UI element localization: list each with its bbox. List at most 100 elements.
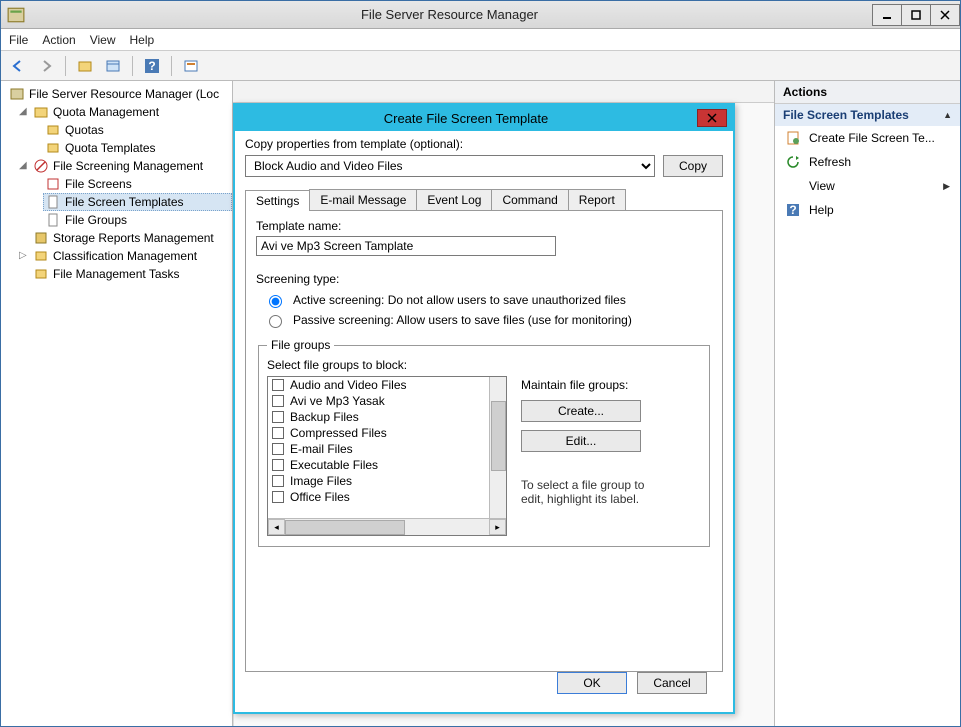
file-group-item[interactable]: E-mail Files (268, 441, 506, 457)
twisty-open-icon: ◢ (19, 158, 29, 174)
tree-mgmt-tasks[interactable]: ◢File Management Tasks (17, 265, 232, 283)
checkbox[interactable] (272, 379, 284, 391)
tree-storage-reports[interactable]: ◢Storage Reports Management (17, 229, 232, 247)
toolbar-icon-3[interactable] (180, 55, 202, 77)
titlebar: File Server Resource Manager (1, 1, 960, 29)
tree-root[interactable]: File Server Resource Manager (Loc (7, 85, 232, 103)
copy-properties-label: Copy properties from template (optional)… (245, 137, 723, 151)
checkbox[interactable] (272, 411, 284, 423)
list-header (233, 81, 774, 103)
horizontal-scrollbar[interactable]: ◂ ▸ (268, 518, 506, 535)
dialog-titlebar: Create File Screen Template (235, 105, 733, 131)
class-icon (33, 248, 49, 264)
create-template-dialog: Create File Screen Template Copy propert… (233, 103, 735, 714)
tree-quotas[interactable]: Quotas (43, 121, 232, 139)
template-icon (785, 130, 801, 146)
file-group-item[interactable]: Compressed Files (268, 425, 506, 441)
action-help[interactable]: ? Help (775, 198, 960, 222)
forward-button[interactable] (35, 55, 57, 77)
dialog-close-button[interactable] (697, 109, 727, 127)
collapse-icon[interactable]: ▲ (943, 110, 952, 120)
action-label: View (809, 179, 835, 193)
tree-quota-mgmt[interactable]: ◢ Quota Management (17, 103, 232, 121)
checkbox[interactable] (272, 475, 284, 487)
quota-sub-icon (45, 122, 61, 138)
toolbar: ? (1, 51, 960, 81)
tree-label: Quota Management (53, 104, 159, 120)
menu-view[interactable]: View (90, 33, 116, 47)
refresh-icon (785, 154, 801, 170)
tab-email[interactable]: E-mail Message (309, 189, 417, 210)
actions-pane: Actions File Screen Templates ▲ Create F… (775, 81, 960, 726)
app-icon (7, 6, 25, 24)
tree-label: File Screen Templates (65, 194, 184, 210)
tree-classification[interactable]: ▷Classification Management (17, 247, 232, 265)
maximize-button[interactable] (901, 4, 931, 26)
template-name-input[interactable] (256, 236, 556, 256)
cancel-button[interactable]: Cancel (637, 672, 707, 694)
toolbar-icon-2[interactable] (102, 55, 124, 77)
action-view[interactable]: View ▶ (775, 174, 960, 198)
file-group-label: Image Files (290, 474, 352, 488)
passive-screening-label: Passive screening: Allow users to save f… (293, 313, 632, 327)
close-button[interactable] (930, 4, 960, 26)
checkbox[interactable] (272, 395, 284, 407)
dialog-title: Create File Screen Template (235, 111, 697, 126)
screen-icon (33, 158, 49, 174)
tree-screening-mgmt[interactable]: ◢File Screening Management (17, 157, 232, 175)
file-group-label: Compressed Files (290, 426, 387, 440)
tree-label: File Management Tasks (53, 266, 180, 282)
active-screening-radio[interactable] (269, 295, 282, 308)
file-group-item[interactable]: Image Files (268, 473, 506, 489)
file-groups-listbox[interactable]: Audio and Video FilesAvi ve Mp3 YasakBac… (267, 376, 507, 536)
minimize-button[interactable] (872, 4, 902, 26)
tree-file-screens[interactable]: File Screens (43, 175, 232, 193)
tasks-icon (33, 266, 49, 282)
toolbar-icon-1[interactable] (74, 55, 96, 77)
copy-template-select[interactable]: Block Audio and Video Files (245, 155, 655, 177)
file-group-item[interactable]: Office Files (268, 489, 506, 505)
vertical-scrollbar[interactable] (489, 377, 506, 518)
svg-text:?: ? (148, 59, 155, 73)
tree-file-groups[interactable]: File Groups (43, 211, 232, 229)
file-group-label: Audio and Video Files (290, 378, 407, 392)
file-group-item[interactable]: Audio and Video Files (268, 377, 506, 393)
ok-button[interactable]: OK (557, 672, 627, 694)
file-group-item[interactable]: Executable Files (268, 457, 506, 473)
actions-title: Actions (775, 81, 960, 104)
edit-file-group-button[interactable]: Edit... (521, 430, 641, 452)
back-button[interactable] (7, 55, 29, 77)
tree-file-screen-templates[interactable]: File Screen Templates (43, 193, 232, 211)
help-icon[interactable]: ? (141, 55, 163, 77)
copy-button[interactable]: Copy (663, 155, 723, 177)
menu-file[interactable]: File (9, 33, 28, 47)
checkbox[interactable] (272, 459, 284, 471)
menu-help[interactable]: Help (130, 33, 155, 47)
checkbox[interactable] (272, 491, 284, 503)
checkbox[interactable] (272, 443, 284, 455)
action-refresh[interactable]: Refresh (775, 150, 960, 174)
dialog-tabs: Settings E-mail Message Event Log Comman… (245, 189, 723, 211)
action-create-template[interactable]: Create File Screen Te... (775, 126, 960, 150)
tree-label: File Screens (65, 176, 132, 192)
tab-settings[interactable]: Settings (245, 190, 310, 211)
file-group-item[interactable]: Avi ve Mp3 Yasak (268, 393, 506, 409)
center-pane: Create File Screen Template Copy propert… (233, 81, 775, 726)
file-group-item[interactable]: Backup Files (268, 409, 506, 425)
menu-action[interactable]: Action (42, 33, 75, 47)
tree-label: Quotas (65, 122, 104, 138)
twisty-open-icon: ◢ (19, 104, 29, 120)
menubar: File Action View Help (1, 29, 960, 51)
tab-eventlog[interactable]: Event Log (416, 189, 492, 210)
tree-label: Storage Reports Management (53, 230, 214, 246)
tree-quota-templates[interactable]: Quota Templates (43, 139, 232, 157)
create-file-group-button[interactable]: Create... (521, 400, 641, 422)
passive-screening-radio[interactable] (269, 315, 282, 328)
checkbox[interactable] (272, 427, 284, 439)
main-window: File Server Resource Manager File Action… (0, 0, 961, 727)
tab-command[interactable]: Command (491, 189, 568, 210)
action-label: Create File Screen Te... (809, 131, 935, 145)
file-group-label: E-mail Files (290, 442, 353, 456)
tree-label: File Groups (65, 212, 127, 228)
tab-report[interactable]: Report (568, 189, 626, 210)
